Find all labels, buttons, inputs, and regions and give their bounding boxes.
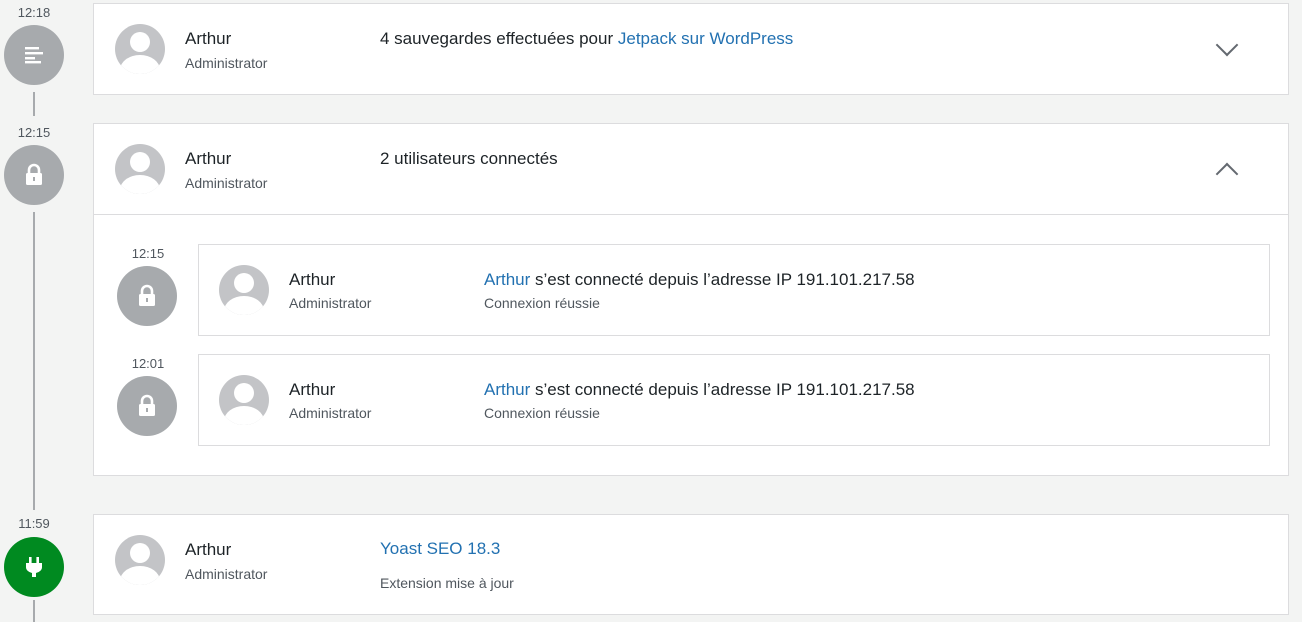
user-role: Administrator	[289, 405, 372, 421]
user-name: Arthur	[185, 149, 232, 168]
chevron-up-icon[interactable]	[1215, 162, 1239, 186]
timeline-line	[33, 92, 35, 116]
user-link[interactable]: Arthur	[484, 270, 530, 289]
timeline-line	[33, 600, 35, 622]
login-entry[interactable]: Arthur Administrator Arthur s’est connec…	[198, 354, 1270, 446]
user-role: Administrator	[185, 55, 268, 71]
activity-log-icon	[4, 25, 64, 85]
event-message: Yoast SEO 18.3	[380, 539, 500, 559]
card-divider	[94, 214, 1288, 215]
activity-card-backups[interactable]: Arthur Administrator 4 sauvegardes effec…	[93, 3, 1289, 95]
avatar	[115, 144, 165, 194]
message-text: s’est connecté depuis l’adresse IP 191.1…	[530, 380, 915, 399]
user-name: Arthur	[289, 270, 336, 289]
avatar	[115, 535, 165, 585]
user-name: Arthur	[289, 380, 336, 399]
login-entry[interactable]: Arthur Administrator Arthur s’est connec…	[198, 244, 1270, 336]
plugin-link[interactable]: Yoast SEO 18.3	[380, 539, 500, 558]
user-role: Administrator	[185, 566, 268, 582]
event-status: Connexion réussie	[484, 295, 600, 311]
chevron-down-icon[interactable]	[1215, 33, 1239, 57]
user-link[interactable]: Arthur	[484, 380, 530, 399]
event-time: 12:15	[131, 246, 165, 261]
lock-icon	[117, 376, 177, 436]
event-status: Extension mise à jour	[380, 575, 514, 591]
event-time: 11:59	[18, 516, 50, 531]
avatar	[219, 375, 269, 425]
user-role: Administrator	[289, 295, 372, 311]
event-message: 4 sauvegardes effectuées pour Jetpack su…	[380, 29, 793, 49]
timeline-line	[33, 212, 35, 510]
event-message: Arthur s’est connecté depuis l’adresse I…	[484, 380, 915, 400]
event-message: 2 utilisateurs connectés	[380, 149, 558, 168]
user-name: Arthur	[185, 29, 232, 48]
activity-card-logins[interactable]: Arthur Administrator 2 utilisateurs conn…	[93, 123, 1289, 476]
lock-icon	[117, 266, 177, 326]
event-time: 12:18	[17, 5, 51, 20]
user-role: Administrator	[185, 175, 268, 191]
event-message: Arthur s’est connecté depuis l’adresse I…	[484, 270, 915, 290]
plugin-icon	[4, 537, 64, 597]
avatar	[115, 24, 165, 74]
event-time: 12:01	[131, 356, 165, 371]
message-text: s’est connecté depuis l’adresse IP 191.1…	[530, 270, 915, 289]
message-text: 4 sauvegardes effectuées pour	[380, 29, 618, 48]
lock-icon	[4, 145, 64, 205]
event-status: Connexion réussie	[484, 405, 600, 421]
user-name: Arthur	[185, 540, 232, 559]
activity-card-plugin-update[interactable]: Arthur Administrator Yoast SEO 18.3 Exte…	[93, 514, 1289, 615]
avatar	[219, 265, 269, 315]
jetpack-link[interactable]: Jetpack sur WordPress	[618, 29, 793, 48]
event-time: 12:15	[17, 125, 51, 140]
